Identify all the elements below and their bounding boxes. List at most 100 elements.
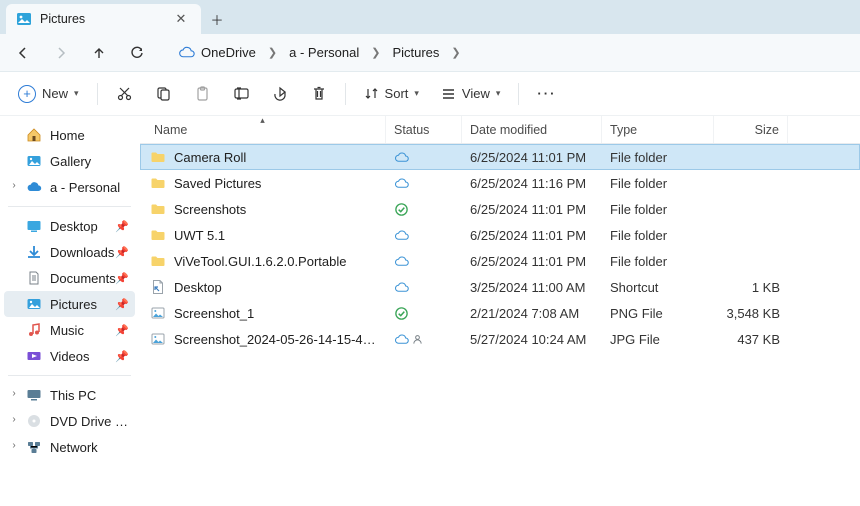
- title-bar: Pictures ✕ ＋: [0, 0, 860, 34]
- cell-status: [386, 300, 462, 326]
- table-row[interactable]: Screenshots6/25/2024 11:01 PMFile folder: [140, 196, 860, 222]
- sidebar-item-thispc[interactable]: › This PC: [4, 382, 135, 408]
- paste-button[interactable]: [186, 79, 219, 109]
- chevron-right-icon[interactable]: ›: [8, 180, 20, 191]
- refresh-button[interactable]: [120, 38, 154, 68]
- pin-icon: 📌: [115, 272, 129, 285]
- sort-button[interactable]: Sort ▾: [356, 79, 427, 109]
- table-row[interactable]: Camera Roll6/25/2024 11:01 PMFile folder: [140, 144, 860, 170]
- table-row[interactable]: Saved Pictures6/25/2024 11:16 PMFile fol…: [140, 170, 860, 196]
- table-row[interactable]: Screenshot_2024-05-26-14-15-47-963_com.m…: [140, 326, 860, 352]
- cell-date: 5/27/2024 10:24 AM: [462, 326, 602, 352]
- sidebar-item-downloads[interactable]: Downloads 📌: [4, 239, 135, 265]
- status-icon: [394, 228, 409, 243]
- cell-type: File folder: [602, 170, 714, 196]
- cell-type: File folder: [602, 144, 714, 170]
- pin-icon: 📌: [115, 246, 129, 259]
- tab-close-button[interactable]: ✕: [171, 11, 191, 27]
- copy-button[interactable]: [147, 79, 180, 109]
- table-row[interactable]: UWT 5.16/25/2024 11:01 PMFile folder: [140, 222, 860, 248]
- sidebar-item-pictures[interactable]: Pictures 📌: [4, 291, 135, 317]
- cell-size: 437 KB: [714, 326, 788, 352]
- desktop-icon: [26, 218, 42, 234]
- chevron-right-icon[interactable]: ❯: [367, 46, 384, 59]
- file-list: ▴ Name Status Date modified Type Size Ca…: [140, 116, 860, 506]
- column-size[interactable]: Size: [714, 116, 788, 143]
- sidebar-item-home[interactable]: Home: [4, 122, 135, 148]
- cell-type: PNG File: [602, 300, 714, 326]
- sidebar: Home Gallery › a - Personal Desktop 📌 Do…: [0, 116, 140, 506]
- back-button[interactable]: [6, 38, 40, 68]
- chevron-right-icon[interactable]: ›: [8, 440, 20, 451]
- forward-button[interactable]: [44, 38, 78, 68]
- view-button[interactable]: View ▾: [433, 79, 508, 109]
- file-name: ViVeTool.GUI.1.6.2.0.Portable: [174, 254, 346, 269]
- sidebar-item-videos[interactable]: Videos 📌: [4, 343, 135, 369]
- more-button[interactable]: ···: [529, 79, 564, 109]
- breadcrumb-pictures[interactable]: Pictures: [388, 41, 443, 64]
- file-name: Screenshots: [174, 202, 246, 217]
- plus-circle-icon: +: [18, 85, 36, 103]
- share-button[interactable]: [264, 79, 297, 109]
- chevron-right-icon[interactable]: ❯: [264, 46, 281, 59]
- breadcrumb-personal[interactable]: a - Personal: [285, 41, 363, 64]
- divider: [518, 83, 519, 105]
- table-row[interactable]: Screenshot_12/21/2024 7:08 AMPNG File3,5…: [140, 300, 860, 326]
- cell-date: 2/21/2024 7:08 AM: [462, 300, 602, 326]
- cell-name: Saved Pictures: [140, 170, 386, 196]
- sidebar-item-desktop[interactable]: Desktop 📌: [4, 213, 135, 239]
- chevron-down-icon: ▾: [74, 88, 79, 99]
- cell-status: [386, 326, 462, 352]
- pictures-icon: [26, 296, 42, 312]
- cell-type: File folder: [602, 248, 714, 274]
- sidebar-item-gallery[interactable]: Gallery: [4, 148, 135, 174]
- delete-button[interactable]: [303, 79, 335, 109]
- table-row[interactable]: ViVeTool.GUI.1.6.2.0.Portable6/25/2024 1…: [140, 248, 860, 274]
- cell-name: Screenshots: [140, 196, 386, 222]
- pictures-icon: [16, 11, 32, 27]
- downloads-icon: [26, 244, 42, 260]
- status-icon: [394, 332, 424, 347]
- status-icon: [394, 176, 409, 191]
- new-button[interactable]: + New ▾: [10, 79, 87, 109]
- cell-status: [386, 196, 462, 222]
- sidebar-item-dvd[interactable]: › DVD Drive (D:) CCC: [4, 408, 135, 434]
- up-button[interactable]: [82, 38, 116, 68]
- cell-name: UWT 5.1: [140, 222, 386, 248]
- cell-size: [714, 248, 788, 274]
- chevron-right-icon[interactable]: ›: [8, 388, 20, 399]
- chevron-right-icon[interactable]: ›: [8, 414, 20, 425]
- sidebar-item-music[interactable]: Music 📌: [4, 317, 135, 343]
- file-icon: [150, 331, 166, 347]
- file-rows: Camera Roll6/25/2024 11:01 PMFile folder…: [140, 144, 860, 352]
- pc-icon: [26, 387, 42, 403]
- cell-name: ViVeTool.GUI.1.6.2.0.Portable: [140, 248, 386, 274]
- cell-size: [714, 170, 788, 196]
- cell-name: Camera Roll: [140, 144, 386, 170]
- navigation-bar: OneDrive ❯ a - Personal ❯ Pictures ❯: [0, 34, 860, 72]
- column-status[interactable]: Status: [386, 116, 462, 143]
- rename-button[interactable]: [225, 79, 258, 109]
- new-tab-button[interactable]: ＋: [201, 4, 233, 34]
- status-icon: [394, 254, 409, 269]
- chevron-right-icon[interactable]: ❯: [447, 46, 464, 59]
- cell-size: [714, 222, 788, 248]
- cell-type: Shortcut: [602, 274, 714, 300]
- cell-type: File folder: [602, 196, 714, 222]
- column-name[interactable]: ▴ Name: [140, 116, 386, 143]
- column-date[interactable]: Date modified: [462, 116, 602, 143]
- gallery-icon: [26, 153, 42, 169]
- sidebar-item-network[interactable]: › Network: [4, 434, 135, 460]
- file-icon: [150, 149, 166, 165]
- window-tab[interactable]: Pictures ✕: [6, 4, 201, 34]
- divider: [345, 83, 346, 105]
- file-icon: [150, 227, 166, 243]
- breadcrumb-root[interactable]: OneDrive: [174, 41, 260, 64]
- column-type[interactable]: Type: [602, 116, 714, 143]
- table-row[interactable]: Desktop3/25/2024 11:00 AMShortcut1 KB: [140, 274, 860, 300]
- sidebar-item-personal[interactable]: › a - Personal: [4, 174, 135, 200]
- cell-size: 1 KB: [714, 274, 788, 300]
- cut-button[interactable]: [108, 79, 141, 109]
- file-icon: [150, 201, 166, 217]
- sidebar-item-documents[interactable]: Documents 📌: [4, 265, 135, 291]
